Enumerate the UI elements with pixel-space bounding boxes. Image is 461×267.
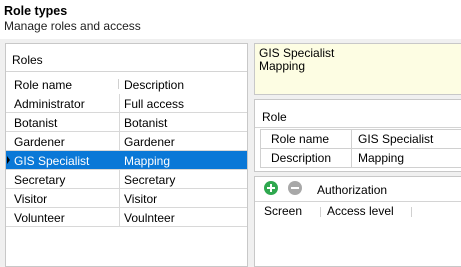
content-area: Roles Role name Description Administrato… bbox=[0, 39, 461, 267]
column-separator[interactable] bbox=[320, 207, 321, 217]
description-label: Description bbox=[260, 149, 352, 167]
role-description-cell: Visitor bbox=[124, 192, 158, 206]
role-detail-table: Role name GIS Specialist Description Map… bbox=[260, 129, 461, 168]
roles-grid-header: Role name Description bbox=[6, 75, 247, 94]
role-description-cell: Voulnteer bbox=[124, 211, 175, 225]
role-name-cell: Botanist bbox=[14, 116, 58, 130]
role-name-cell: Secretary bbox=[14, 173, 66, 187]
role-summary-note: GIS Specialist Mapping bbox=[254, 43, 461, 95]
roles-panel: Roles Role name Description Administrato… bbox=[5, 43, 248, 267]
table-row-selected[interactable]: GIS Specialist Mapping bbox=[6, 151, 247, 170]
column-separator[interactable] bbox=[118, 79, 119, 89]
cell-divider bbox=[119, 94, 120, 112]
table-row[interactable]: Administrator Full access bbox=[6, 94, 247, 113]
role-panel-header: Role bbox=[255, 100, 461, 128]
role-name-cell: Gardener bbox=[14, 135, 65, 149]
role-description-cell: Full access bbox=[124, 97, 185, 111]
note-line-description: Mapping bbox=[259, 59, 306, 73]
cell-divider bbox=[119, 113, 120, 131]
plus-circle-icon bbox=[267, 184, 275, 192]
page-header: Role types Manage roles and access bbox=[0, 0, 461, 39]
description-row: Description Mapping bbox=[260, 149, 461, 168]
role-name-row: Role name GIS Specialist bbox=[260, 130, 461, 149]
table-row[interactable]: Gardener Gardener bbox=[6, 132, 247, 151]
column-header-screen[interactable]: Screen bbox=[264, 204, 302, 218]
description-field[interactable]: Mapping bbox=[358, 151, 404, 165]
role-name-cell: GIS Specialist bbox=[14, 154, 90, 168]
roles-panel-title: Roles bbox=[12, 53, 43, 67]
role-detail-panel: Role Role name GIS Specialist Descriptio… bbox=[254, 99, 461, 172]
role-description-cell: Secretary bbox=[124, 173, 176, 187]
remove-authorization-button[interactable] bbox=[288, 181, 302, 195]
cell-divider bbox=[119, 151, 120, 169]
table-row[interactable]: Secretary Secretary bbox=[6, 170, 247, 189]
table-row[interactable]: Volunteer Voulnteer bbox=[6, 208, 247, 227]
column-header-role-name[interactable]: Role name bbox=[14, 78, 72, 92]
page-subtitle: Manage roles and access bbox=[4, 19, 141, 33]
role-name-cell: Administrator bbox=[14, 97, 85, 111]
table-row[interactable]: Botanist Botanist bbox=[6, 113, 247, 132]
cell-divider bbox=[119, 208, 120, 226]
role-description-cell: Botanist bbox=[124, 116, 168, 130]
role-name-cell: Volunteer bbox=[14, 211, 65, 225]
role-name-cell: Visitor bbox=[14, 192, 48, 206]
authorization-panel-title: Authorization bbox=[317, 183, 388, 197]
role-name-field[interactable]: GIS Specialist bbox=[358, 132, 433, 146]
authorization-panel: Authorization Screen Access level bbox=[254, 176, 461, 267]
cell-divider bbox=[119, 170, 120, 188]
column-separator[interactable] bbox=[411, 207, 412, 217]
roles-grid: Role name Description Administrator Full… bbox=[6, 75, 247, 227]
table-row[interactable]: Visitor Visitor bbox=[6, 189, 247, 208]
current-row-indicator-icon bbox=[7, 156, 10, 164]
authorization-toolbar: Authorization bbox=[255, 177, 461, 202]
column-header-description[interactable]: Description bbox=[124, 78, 184, 92]
add-authorization-button[interactable] bbox=[264, 181, 278, 195]
column-header-access-level[interactable]: Access level bbox=[327, 204, 394, 218]
role-panel-title: Role bbox=[262, 110, 287, 124]
role-name-label: Role name bbox=[260, 130, 352, 148]
cell-divider bbox=[119, 189, 120, 207]
minus-circle-icon bbox=[291, 187, 299, 189]
role-description-cell: Gardener bbox=[124, 135, 175, 149]
authorization-grid-header: Screen Access level bbox=[255, 203, 461, 221]
roles-panel-header: Roles bbox=[6, 44, 247, 72]
page-title: Role types bbox=[4, 4, 68, 18]
role-description-cell: Mapping bbox=[124, 154, 171, 168]
cell-divider bbox=[119, 132, 120, 150]
